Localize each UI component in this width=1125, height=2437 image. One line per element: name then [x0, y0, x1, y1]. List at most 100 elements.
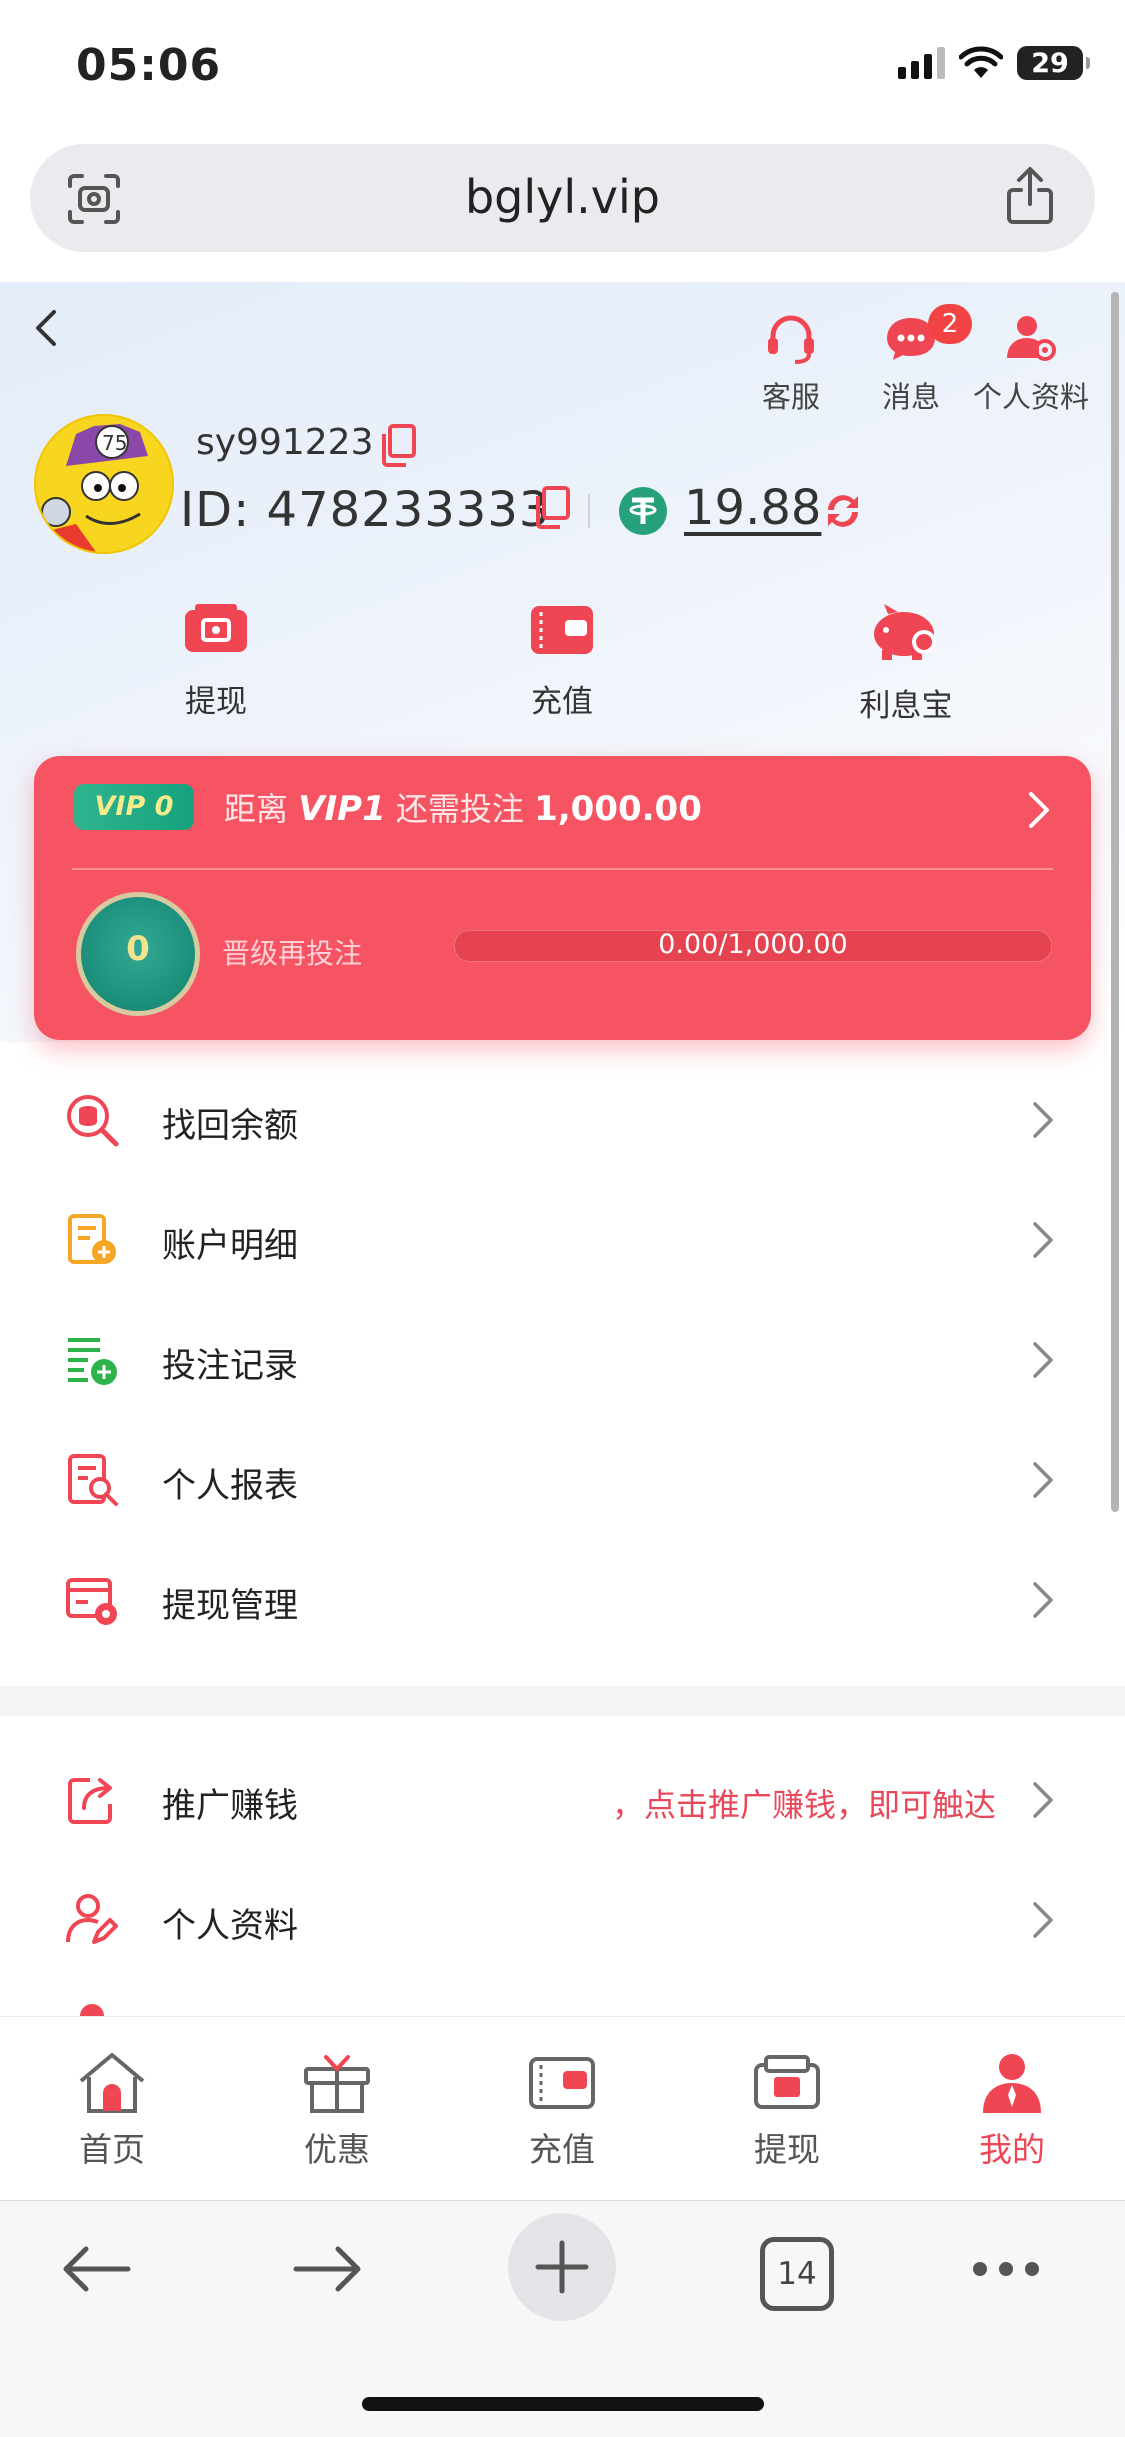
chevron-right-icon[interactable] [1027, 790, 1051, 830]
section-divider [0, 1686, 1125, 1716]
menu-item-promote[interactable]: 推广赚钱 ，点击推广赚钱，即可触达 [0, 1740, 1125, 1860]
wallet-icon [529, 2057, 595, 2109]
vip-progress-card[interactable]: VIP 0 距离 VIP1 还需投注 1,000.00 0 晋级再投注 0.00… [34, 756, 1091, 1040]
share-icon [68, 1778, 112, 1824]
tab-label: 优惠 [304, 2130, 370, 2169]
tab-promotions[interactable]: 优惠 [257, 2051, 417, 2171]
wallet-icon [531, 606, 593, 654]
home-icon [79, 2053, 145, 2113]
battery-icon: 29 [1017, 46, 1090, 80]
menu-label: 推广赚钱 [162, 1786, 298, 1826]
quick-action-label: 充值 [531, 684, 593, 720]
balance-amount: 19.88 [684, 480, 822, 536]
chevron-right-icon [1033, 1102, 1053, 1138]
new-tab-button[interactable] [508, 2213, 616, 2321]
tab-deposit[interactable]: 充值 [482, 2051, 642, 2171]
status-icons: 29 [898, 46, 1090, 80]
scrollbar[interactable] [1111, 292, 1119, 1512]
plus-icon [535, 2240, 589, 2294]
status-time: 05:06 [76, 40, 222, 91]
vip-progress-bar: 0.00/1,000.00 [454, 929, 1052, 962]
vip-level-tag: VIP 0 [74, 784, 194, 830]
action-label: 消息 [881, 380, 940, 414]
messages-button[interactable]: 2 消息 [846, 304, 976, 416]
withdraw-icon [754, 2055, 820, 2109]
wifi-icon [959, 46, 1003, 78]
tab-mine[interactable]: 我的 [932, 2051, 1092, 2171]
page-content: 客服 2 消息 个人资料 75 sy991223 ID: 478233333 1… [0, 282, 1125, 2016]
user-edit-icon [66, 1894, 118, 1944]
tab-label: 提现 [754, 2130, 820, 2169]
url-bar[interactable]: bglyl.vip [30, 144, 1095, 252]
back-arrow-icon[interactable] [58, 2241, 132, 2297]
copy-icon[interactable] [378, 424, 418, 468]
vip-amount: 1,000.00 [534, 789, 702, 829]
tab-label: 首页 [79, 2130, 145, 2169]
avatar[interactable]: 75 [34, 414, 174, 554]
menu-item-withdraw-manage[interactable]: 提现管理 [0, 1540, 1125, 1660]
vip-medal-icon: 0 [76, 892, 200, 1016]
divider [588, 494, 590, 528]
signal-icon [898, 47, 945, 79]
home-indicator [362, 2397, 764, 2411]
more-icon[interactable] [970, 2259, 1042, 2279]
chevron-right-icon [1033, 1342, 1053, 1378]
cartoon-avatar-icon: 75 [36, 416, 172, 552]
refresh-icon[interactable] [820, 488, 866, 534]
chevron-right-icon [1033, 1902, 1053, 1938]
url-text[interactable]: bglyl.vip [30, 170, 1095, 224]
menu-label: 个人报表 [162, 1466, 298, 1506]
user-settings-icon [1007, 316, 1056, 361]
customer-service-button[interactable]: 客服 [726, 312, 856, 416]
next-menu-icon-peek [80, 2004, 104, 2016]
report-icon [68, 1454, 118, 1506]
progress-text: 0.00/1,000.00 [658, 929, 848, 960]
menu-label: 找回余额 [162, 1106, 298, 1146]
menu-label: 个人资料 [162, 1906, 298, 1946]
tab-home[interactable]: 首页 [32, 2051, 192, 2171]
chevron-right-icon [1033, 1462, 1053, 1498]
menu-item-account-detail[interactable]: 账户明细 [0, 1180, 1125, 1300]
deposit-button[interactable]: 充值 [462, 602, 662, 721]
profile-settings-button[interactable]: 个人资料 [966, 312, 1096, 416]
tab-switcher-button[interactable]: 14 [760, 2237, 834, 2311]
headset-icon [768, 315, 814, 364]
action-label: 客服 [761, 380, 820, 414]
menu-item-profile[interactable]: 个人资料 [0, 1860, 1125, 1980]
bet-record-icon [68, 1338, 117, 1385]
copy-icon[interactable] [532, 486, 572, 530]
piggy-bank-icon [874, 604, 936, 660]
usdt-icon [619, 487, 667, 535]
menu-label: 提现管理 [162, 1586, 298, 1626]
quick-action-label: 提现 [185, 684, 247, 720]
withdraw-manage-icon [66, 1578, 117, 1625]
browser-toolbar: 14 [0, 2200, 1125, 2437]
promo-marquee: ，点击推广赚钱，即可触达 [612, 1786, 997, 1824]
vip-requirement: 距离 VIP1 还需投注 1,000.00 [224, 784, 702, 830]
interest-button[interactable]: 利息宝 [806, 602, 1006, 725]
withdraw-button[interactable]: 提现 [116, 602, 316, 721]
menu-item-recover-balance[interactable]: 找回余额 [0, 1060, 1125, 1180]
gift-icon [304, 2055, 370, 2113]
withdraw-icon [185, 604, 247, 652]
back-arrow-icon[interactable] [26, 304, 66, 352]
vip-target: VIP1 [298, 789, 386, 829]
action-label: 个人资料 [972, 380, 1089, 414]
search-coins-icon [67, 1095, 119, 1147]
divider [72, 868, 1053, 870]
vip-medal-level: 0 [126, 929, 150, 969]
vip-mid: 还需投注 [395, 790, 524, 828]
bottom-tab-bar: 首页 优惠 充值 提现 我的 [0, 2016, 1125, 2201]
user-icon [983, 2054, 1041, 2113]
chevron-right-icon [1033, 1582, 1053, 1618]
chevron-right-icon [1033, 1782, 1053, 1818]
tab-label: 我的 [979, 2130, 1045, 2169]
menu-item-personal-report[interactable]: 个人报表 [0, 1420, 1125, 1540]
menu-label: 投注记录 [162, 1346, 298, 1386]
tab-withdraw[interactable]: 提现 [707, 2051, 867, 2171]
menu-item-bet-record[interactable]: 投注记录 [0, 1300, 1125, 1420]
tab-label: 充值 [529, 2130, 595, 2169]
chevron-right-icon [1033, 1222, 1053, 1258]
share-icon[interactable] [1005, 166, 1055, 226]
forward-arrow-icon[interactable] [292, 2241, 366, 2297]
